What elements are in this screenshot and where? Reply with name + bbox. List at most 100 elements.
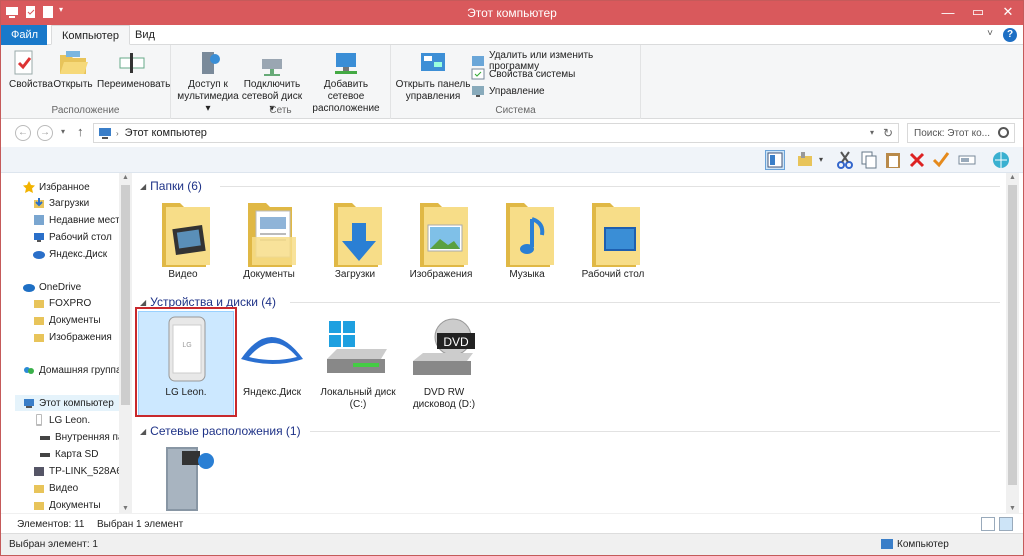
close-icon[interactable]: ✕ xyxy=(993,1,1023,23)
rename-button[interactable]: Переименовать xyxy=(97,49,170,91)
computer-icon xyxy=(881,539,893,549)
folder-music[interactable]: Музыка xyxy=(484,197,570,281)
nav-item-homegroup[interactable]: Домашняя группа xyxy=(23,362,122,378)
breadcrumb[interactable]: Этот компьютер xyxy=(125,127,207,139)
nav-item-desktop[interactable]: Рабочий стол xyxy=(33,229,112,245)
section-devices[interactable]: ◢ Устройства и диски (4) xyxy=(140,293,1000,311)
nav-item-yandex[interactable]: Яндекс.Диск xyxy=(33,246,107,262)
scroll-down-icon[interactable]: ▼ xyxy=(1006,505,1019,512)
nav-item-lg[interactable]: LG Leon. xyxy=(33,412,90,428)
breadcrumb-separator-icon: › xyxy=(116,128,119,138)
folder-images[interactable]: Изображения xyxy=(398,197,484,281)
window-controls: — ▭ ✕ xyxy=(933,1,1023,23)
folder-desktop[interactable]: Рабочий стол xyxy=(570,197,656,281)
nav-item-tplink[interactable]: TP-LINK_528A6C xyxy=(33,463,129,479)
nav-item-favorites[interactable]: Избранное xyxy=(23,179,90,195)
preview-pane-icon[interactable] xyxy=(765,150,785,170)
section-network-locations[interactable]: ◢ Сетевые расположения (1) xyxy=(140,422,1000,440)
dvd-label: DVD xyxy=(443,335,469,349)
computer-management-icon xyxy=(471,84,485,98)
delete-icon[interactable] xyxy=(907,150,927,170)
large-icons-view-icon[interactable] xyxy=(999,517,1013,531)
selection-count: Выбран 1 элемент xyxy=(97,519,184,530)
nav-item-internal-storage[interactable]: Внутренняя па xyxy=(39,429,124,445)
nav-item-images[interactable]: Изображения xyxy=(33,329,112,345)
system-properties-button[interactable]: Свойства системы xyxy=(471,67,575,81)
yandex-disk-icon xyxy=(237,315,307,387)
nav-item-foxpro[interactable]: FOXPRO xyxy=(33,295,91,311)
nav-item-documents[interactable]: Документы xyxy=(33,312,101,328)
content-scrollbar[interactable]: ▲ ▼ xyxy=(1006,173,1019,513)
nav-item-onedrive[interactable]: OneDrive xyxy=(23,279,81,295)
star-icon xyxy=(23,181,35,193)
paste-icon[interactable] xyxy=(883,150,903,170)
scrollbar-thumb[interactable] xyxy=(121,185,130,405)
nav-item-documents-2[interactable]: Документы xyxy=(33,497,101,513)
recent-locations-icon[interactable]: ▾ xyxy=(61,127,65,136)
device-dvd-d[interactable]: DVD DVD RW дисковод (D:) xyxy=(401,315,487,411)
folder-documents[interactable]: Документы xyxy=(226,197,312,281)
folder-open-icon xyxy=(58,49,88,77)
tab-view[interactable]: Вид xyxy=(125,25,165,45)
rename-icon[interactable] xyxy=(957,150,977,170)
video-folder-icon xyxy=(148,197,218,269)
properties-button[interactable]: Свойства xyxy=(9,49,53,91)
nav-item-video[interactable]: Видео xyxy=(33,480,78,496)
forward-icon[interactable]: → xyxy=(37,125,53,141)
nav-item-recent[interactable]: Недавние места xyxy=(33,212,125,228)
section-folders[interactable]: ◢ Папки (6) xyxy=(140,177,1000,195)
chevron-down-icon[interactable]: ▾ xyxy=(870,128,874,137)
globe-icon[interactable] xyxy=(991,150,1011,170)
nav-item-downloads[interactable]: Загрузки xyxy=(33,195,89,211)
network-location-icon xyxy=(331,49,361,77)
manage-button[interactable]: Управление xyxy=(471,84,545,98)
open-button[interactable]: Открыть xyxy=(53,49,93,91)
refresh-icon[interactable]: ↻ xyxy=(883,126,893,140)
nav-item-sdcard[interactable]: Карта SD xyxy=(39,446,98,462)
scroll-up-icon[interactable]: ▲ xyxy=(119,174,132,181)
chevron-down-icon: ◢ xyxy=(140,181,147,191)
details-view-icon[interactable] xyxy=(981,517,995,531)
folder-downloads[interactable]: Загрузки xyxy=(312,197,398,281)
search-input[interactable]: Поиск: Этот ко... xyxy=(907,123,1015,143)
scroll-down-icon[interactable]: ▼ xyxy=(119,505,132,512)
nav-label: Изображения xyxy=(49,331,112,343)
scrollbar-thumb[interactable] xyxy=(1008,185,1017,485)
folder-icon xyxy=(33,499,45,511)
control-panel-button[interactable]: Открыть панель управления xyxy=(395,49,471,103)
device-local-disk-c[interactable]: Локальный диск (C:) xyxy=(315,315,401,411)
minimize-icon[interactable]: — xyxy=(933,1,963,23)
checkmark-icon[interactable] xyxy=(931,150,951,170)
nav-label: TP-LINK_528A6C xyxy=(49,465,130,477)
folder-icon xyxy=(33,331,45,343)
copy-icon[interactable] xyxy=(859,150,879,170)
nav-label: Документы xyxy=(49,314,101,326)
group-label-location: Расположение xyxy=(51,105,120,116)
nav-scrollbar[interactable]: ▲ ▼ xyxy=(119,173,132,513)
images-folder-icon xyxy=(406,197,476,269)
nav-label: FOXPRO xyxy=(49,297,92,309)
tab-file[interactable]: Файл xyxy=(1,25,47,45)
status-bar: Элементов: 11 Выбран 1 элемент xyxy=(1,513,1023,533)
folder-video[interactable]: Видео xyxy=(140,197,226,281)
explorer-window: ▾ Этот компьютер — ▭ ✕ Файл Компьютер Ви… xyxy=(0,0,1024,556)
scroll-up-icon[interactable]: ▲ xyxy=(1006,174,1019,181)
control-panel-label-1: Открыть панель xyxy=(395,79,471,90)
address-bar[interactable]: › Этот компьютер ▾ ↻ xyxy=(93,123,899,143)
ribbon-group-system: Открыть панель управления Удалить или из… xyxy=(391,45,641,119)
maximize-icon[interactable]: ▭ xyxy=(963,1,993,23)
chevron-down-icon[interactable]: ˅ xyxy=(987,28,993,42)
up-arrow-icon[interactable]: ↑ xyxy=(77,124,84,139)
chevron-down-icon[interactable]: ▾ xyxy=(819,155,823,164)
help-icon[interactable]: ? xyxy=(1003,28,1017,42)
device-yandex-disk[interactable]: Яндекс.Диск xyxy=(229,315,315,399)
recent-places-icon xyxy=(33,214,45,226)
chevron-down-icon: ◢ xyxy=(140,297,147,307)
nav-item-this-pc[interactable]: Этот компьютер xyxy=(15,395,119,411)
tab-computer[interactable]: Компьютер xyxy=(51,25,130,45)
tools-icon[interactable] xyxy=(795,150,815,170)
back-icon[interactable]: ← xyxy=(15,125,31,141)
cut-icon[interactable] xyxy=(835,150,855,170)
desktop-icon xyxy=(33,231,45,243)
network-media-server[interactable] xyxy=(140,443,226,515)
